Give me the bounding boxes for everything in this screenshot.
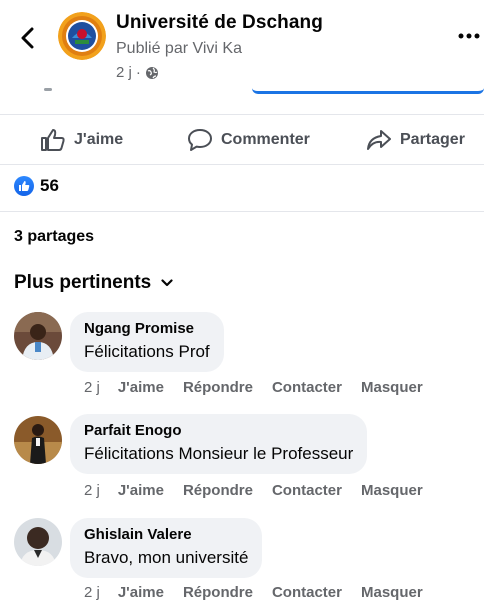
comment-author[interactable]: Parfait Enogo — [84, 422, 353, 440]
comment-time[interactable]: 2 j — [84, 584, 100, 601]
comment-contact-link[interactable]: Contacter — [272, 379, 342, 396]
thumbs-up-icon — [41, 129, 65, 151]
post-time[interactable]: 2 j — [116, 64, 132, 81]
comment-contact-link[interactable]: Contacter — [272, 482, 342, 499]
avatar[interactable] — [14, 518, 62, 566]
cut-off-element — [44, 88, 52, 91]
cut-off-button[interactable] — [252, 86, 484, 94]
share-button[interactable]: Partager — [366, 116, 465, 164]
shares-count[interactable]: 3 partages — [14, 228, 94, 246]
comment-bubble[interactable]: Parfait Enogo Félicitations Monsieur le … — [70, 414, 368, 474]
comment-reply-link[interactable]: Répondre — [183, 584, 253, 601]
more-options-button[interactable] — [456, 26, 482, 46]
comment-like-link[interactable]: J'aime — [118, 584, 164, 601]
like-reaction-icon — [14, 176, 34, 196]
comment-actions: 2 j J'aime Répondre Contacter Masquer — [84, 379, 442, 396]
globe-icon — [145, 66, 158, 79]
comment-reply-link[interactable]: Répondre — [183, 379, 253, 396]
comment-hide-link[interactable]: Masquer — [361, 379, 423, 396]
avatar-photo — [14, 518, 62, 566]
page-name[interactable]: Université de Dschang — [116, 12, 323, 34]
post-action-bar: J'aime Commenter Partager — [0, 116, 484, 164]
comment-text: Félicitations Prof — [84, 342, 210, 361]
comment-like-link[interactable]: J'aime — [118, 379, 164, 396]
comment-button[interactable]: Commenter — [187, 116, 310, 164]
comment-label: Commenter — [221, 131, 310, 148]
university-seal-icon — [58, 12, 106, 60]
comment-like-link[interactable]: J'aime — [118, 482, 164, 499]
comment-sort-dropdown[interactable]: Plus pertinents — [14, 272, 173, 294]
comment-author[interactable]: Ghislain Valere — [84, 526, 248, 544]
divider — [0, 211, 484, 212]
share-label: Partager — [400, 131, 465, 148]
comment-item: Ghislain Valere Bravo, mon université 2 … — [0, 514, 484, 604]
comment-bubble[interactable]: Ghislain Valere Bravo, mon université — [70, 518, 263, 578]
avatar-photo — [14, 312, 62, 360]
comment-time[interactable]: 2 j — [84, 379, 100, 396]
meta-separator: · — [135, 64, 141, 81]
avatar[interactable] — [14, 312, 62, 360]
comment-actions: 2 j J'aime Répondre Contacter Masquer — [84, 482, 442, 499]
page-logo[interactable] — [58, 12, 106, 60]
chevron-down-icon — [161, 279, 173, 287]
comment-hide-link[interactable]: Masquer — [361, 482, 423, 499]
sort-label: Plus pertinents — [14, 272, 152, 293]
comment-reply-link[interactable]: Répondre — [183, 482, 253, 499]
back-button[interactable] — [14, 24, 42, 52]
comment-contact-link[interactable]: Contacter — [272, 584, 342, 601]
comment-time[interactable]: 2 j — [84, 482, 100, 499]
post-meta: 2 j · — [116, 64, 159, 81]
comment-item: Parfait Enogo Félicitations Monsieur le … — [0, 412, 484, 512]
like-button[interactable]: J'aime — [40, 116, 123, 164]
avatar-photo — [14, 416, 62, 464]
avatar[interactable] — [14, 416, 62, 464]
comment-item: Ngang Promise Félicitations Prof 2 j J'a… — [0, 310, 484, 410]
comment-text: Félicitations Monsieur le Professeur — [84, 444, 354, 463]
comment-icon — [188, 129, 212, 151]
reaction-count: 56 — [40, 176, 59, 195]
comment-text: Bravo, mon université — [84, 548, 249, 567]
divider — [0, 164, 484, 165]
back-arrow-icon — [21, 27, 34, 49]
post-header: Université de Dschang Publié par Vivi Ka… — [0, 0, 484, 92]
comment-hide-link[interactable]: Masquer — [361, 584, 423, 601]
comment-bubble[interactable]: Ngang Promise Félicitations Prof — [70, 312, 224, 372]
comment-author[interactable]: Ngang Promise — [84, 320, 210, 338]
like-label: J'aime — [74, 131, 124, 148]
comment-actions: 2 j J'aime Répondre Contacter Masquer — [84, 584, 442, 601]
reactions-summary[interactable]: 56 — [14, 176, 59, 196]
share-icon — [367, 130, 391, 150]
published-by[interactable]: Publié par Vivi Ka — [116, 40, 242, 58]
more-options-icon — [458, 33, 480, 39]
divider — [0, 114, 484, 115]
